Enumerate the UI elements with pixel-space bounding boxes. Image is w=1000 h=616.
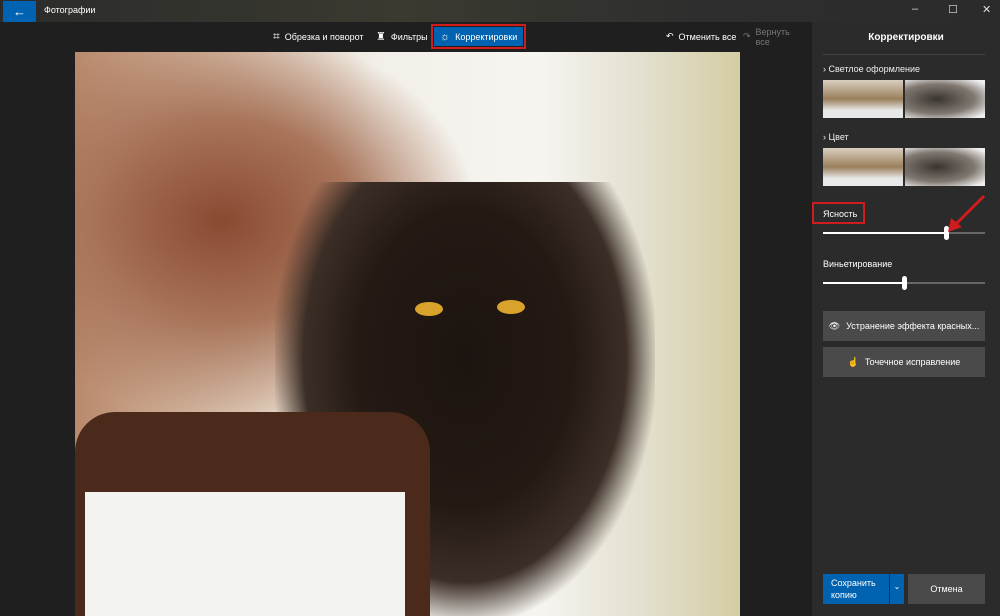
close-button[interactable]: ✕ — [982, 3, 991, 16]
sun-icon: ☼ — [440, 30, 451, 43]
color-section-toggle[interactable]: › Цвет — [823, 132, 849, 142]
undo-icon: ↶ — [666, 31, 674, 41]
spot-fix-button[interactable]: ☝ Точечное исправление — [823, 347, 985, 377]
panel-title: Корректировки — [868, 32, 944, 43]
redo-all-button[interactable]: ↷ Вернуть все — [737, 26, 812, 47]
app-title: Фотографии — [44, 5, 96, 15]
cancel-button[interactable]: Отмена — [908, 574, 985, 604]
hand-icon: ☝ — [847, 356, 859, 367]
red-eye-label: Устранение эффекта красных... — [846, 321, 980, 331]
back-arrow-icon: ← — [13, 4, 26, 19]
picture-card — [85, 492, 405, 616]
cat-photo — [75, 52, 740, 616]
color-label: Цвет — [828, 132, 849, 142]
adjustments-button[interactable]: ☼ Корректировки — [430, 24, 527, 49]
save-copy-button[interactable]: Сохранить копию — [823, 574, 889, 604]
eye-icon: 👁 — [828, 320, 841, 331]
vignette-slider[interactable] — [823, 276, 985, 290]
redo-icon: ↷ — [743, 31, 751, 41]
back-button[interactable]: ← — [3, 1, 36, 22]
red-arrow-icon — [948, 194, 986, 232]
filters-button[interactable]: ♜ Фильтры — [370, 27, 434, 46]
color-preview[interactable] — [823, 148, 985, 186]
light-label: Светлое оформление — [828, 64, 921, 74]
divider — [823, 54, 985, 55]
cat-eye — [415, 302, 443, 316]
photo-canvas — [0, 50, 812, 616]
save-options-dropdown[interactable]: ⌄ — [890, 574, 904, 604]
spot-fix-label: Точечное исправление — [864, 357, 961, 367]
crop-label: Обрезка и поворот — [284, 31, 364, 42]
crop-icon: ⌗ — [273, 29, 280, 43]
vignette-label: Виньетирование — [823, 259, 893, 269]
chevron-down-icon: ⌄ — [893, 582, 901, 591]
adjustments-panel: Корректировки › Светлое оформление › Цве… — [812, 22, 1000, 616]
maximize-button[interactable]: ☐ — [948, 3, 958, 16]
minimize-button[interactable]: – — [912, 3, 918, 15]
redo-all-label: Вернуть все — [755, 26, 790, 47]
crop-rotate-button[interactable]: ⌗ Обрезка и поворот — [267, 27, 370, 46]
red-eye-button[interactable]: 👁 Устранение эффекта красных... — [823, 311, 985, 341]
light-preview[interactable] — [823, 80, 985, 118]
light-section-toggle[interactable]: › Светлое оформление — [823, 64, 920, 74]
adjustments-label: Корректировки — [455, 31, 518, 42]
slider-thumb[interactable] — [902, 276, 907, 290]
undo-all-label: Отменить все — [678, 31, 737, 42]
undo-all-button[interactable]: ↶ Отменить все — [660, 27, 742, 46]
filters-label: Фильтры — [390, 31, 428, 42]
clarity-label: Ясность — [823, 209, 858, 219]
cat-eye — [497, 300, 525, 314]
title-bar: ← Фотографии – ☐ ✕ — [0, 0, 1000, 22]
brush-icon: ♜ — [376, 31, 386, 43]
edit-toolbar: ⌗ Обрезка и поворот ♜ Фильтры ☼ Корректиров… — [0, 22, 812, 50]
